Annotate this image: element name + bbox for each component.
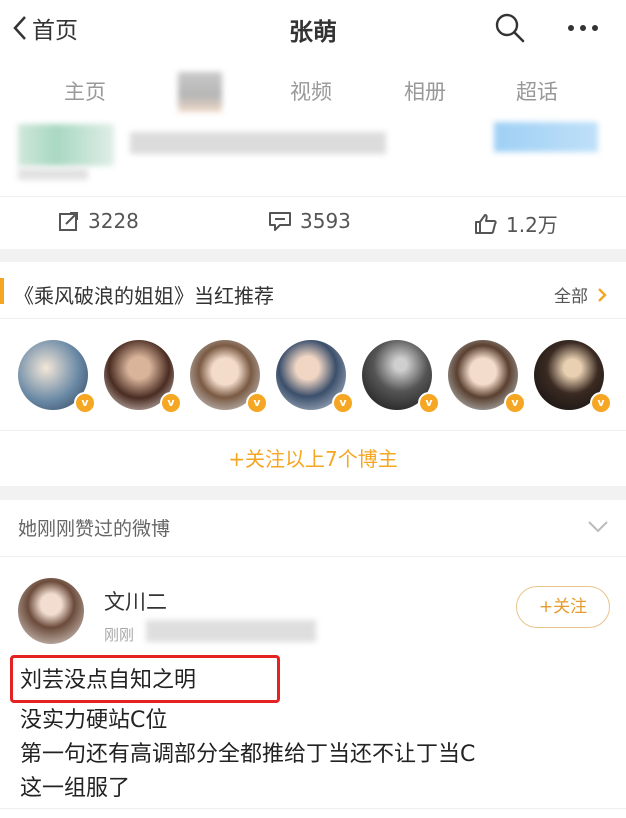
page-title: 张萌 <box>289 18 337 46</box>
search-button[interactable] <box>494 12 526 48</box>
profile-tabs: 主页 视频 相册 超话 <box>0 58 626 118</box>
comment-count: 3593 <box>300 209 351 233</box>
post-time: 刚刚 <box>104 626 135 644</box>
verified-badge: v <box>160 392 182 414</box>
collapse-toggle[interactable] <box>588 518 608 537</box>
post-line: 这一组服了 <box>20 776 131 801</box>
divider <box>0 808 626 809</box>
repost-icon <box>59 212 78 231</box>
tab-home[interactable]: 主页 <box>64 76 106 106</box>
like-stat[interactable]: 1.2万 <box>474 209 558 238</box>
post-username[interactable]: 文川二 <box>104 586 167 616</box>
repost-count: 3228 <box>88 209 139 233</box>
comment-icon <box>269 212 291 231</box>
verified-badge: v <box>246 392 268 414</box>
blurred-tab <box>178 72 222 112</box>
user-avatar[interactable] <box>18 578 84 644</box>
profile-bio <box>0 118 626 196</box>
post-line: 第一句还有高调部分全都推给丁当还不让丁当C <box>20 742 476 767</box>
like-count: 1.2万 <box>506 213 558 237</box>
stats-bar: 3228 3593 1.2万 <box>0 196 626 249</box>
verified-badge: v <box>418 392 440 414</box>
tab-album[interactable]: 相册 <box>404 76 446 106</box>
highlight-box <box>10 655 280 703</box>
tab-supertopic[interactable]: 超话 <box>516 76 558 106</box>
more-icon <box>568 25 598 31</box>
repost-stat[interactable]: 3228 <box>58 209 139 233</box>
follow-button[interactable]: +关注 <box>516 586 610 628</box>
verified-badge: v <box>504 392 526 414</box>
search-icon <box>495 13 525 43</box>
accent-bar <box>0 278 4 304</box>
view-all-label: 全部 <box>554 287 588 307</box>
post-line: 没实力硬站C位 <box>20 708 168 733</box>
chevron-down-icon <box>588 521 608 533</box>
follow-all-button[interactable]: +关注以上7个博主 <box>0 430 626 487</box>
verified-badge: v <box>74 392 96 414</box>
chevron-right-icon <box>598 288 608 302</box>
recommend-title: 《乘风破浪的姐姐》当红推荐 <box>14 284 274 308</box>
tab-video[interactable]: 视频 <box>290 76 332 106</box>
divider <box>0 318 626 319</box>
more-button[interactable] <box>565 12 601 48</box>
liked-title: 她刚刚赞过的微博 <box>18 518 171 540</box>
verified-badge: v <box>332 392 354 414</box>
verified-badge: v <box>590 392 612 414</box>
view-all-link[interactable]: 全部 <box>554 282 608 307</box>
comment-stat[interactable]: 3593 <box>268 209 351 233</box>
blurred-source <box>146 620 316 642</box>
thumbs-up-icon <box>475 213 497 234</box>
